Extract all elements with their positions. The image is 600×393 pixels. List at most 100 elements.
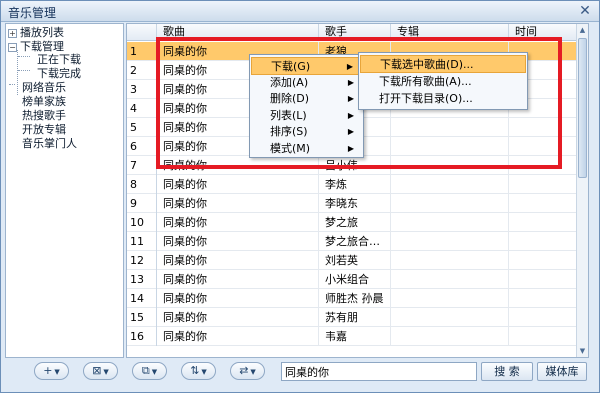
artist-cell: 小米组合 [319, 270, 391, 289]
menu-item-label: 删除(D) [270, 92, 310, 106]
tree-item-label: 网络音乐 [22, 81, 66, 94]
tree-item-label: 正在下载 [37, 53, 81, 66]
time-cell [509, 175, 577, 194]
album-cell [391, 308, 509, 327]
row-index-cell: 6 [127, 137, 157, 156]
list-icon: ⧉ [141, 364, 150, 377]
close-icon[interactable]: ✕ [577, 3, 593, 19]
song-cell: 同桌的你 [157, 175, 319, 194]
context-menu: 下载(G) ▶ 添加(A) ▶ 删除(D) ▶ 列表(L) ▶ 排序(S) ▶ 模式(M) ▶ [249, 54, 364, 158]
dropdown-caret-icon: ▼ [103, 368, 109, 376]
scroll-down-icon[interactable]: ▼ [577, 345, 588, 357]
sort-icon: ⇅ [190, 364, 200, 377]
column-header-index[interactable] [127, 24, 157, 41]
artist-cell: 师胜杰 孙晨 [319, 289, 391, 308]
tree-connector [18, 70, 30, 71]
artist-cell: 梦之旅 [319, 213, 391, 232]
album-cell [391, 213, 509, 232]
sort-button[interactable]: ⇅ ▼ [181, 362, 216, 380]
row-index-cell: 13 [127, 270, 157, 289]
delete-button[interactable]: ⊠ ▼ [83, 362, 118, 380]
tree-item-label: 榜单家族 [22, 95, 66, 108]
mode-button[interactable]: ⇄ ▼ [230, 362, 265, 380]
tree-item-label: 热搜歌手 [22, 109, 66, 122]
scroll-up-icon[interactable]: ▲ [577, 24, 588, 36]
menu-item-label: 添加(A) [270, 75, 309, 89]
artist-cell: 苏有朋 [319, 308, 391, 327]
tree-item-downloaded[interactable]: 下载完成 [37, 67, 81, 81]
search-button[interactable]: 搜 索 [481, 362, 533, 381]
tree-item-playlists[interactable]: + 播放列表 [8, 26, 64, 40]
add-icon: + [43, 364, 53, 377]
tree-connector [18, 56, 30, 57]
time-cell [509, 270, 577, 289]
submenu-arrow-icon: ▶ [347, 110, 354, 120]
table-row[interactable]: 9 同桌的你 李晓东 [127, 194, 577, 213]
navigation-tree: + 播放列表 − 下载管理 正在下载 下载完成 网络音乐 榜单家族 热搜歌手 开放专… [5, 23, 124, 358]
menu-item-label: 下载(G) [271, 60, 311, 73]
tree-item-label: 下载管理 [20, 40, 64, 53]
row-index-cell: 1 [127, 42, 157, 61]
tree-item-online-music[interactable]: 网络音乐 [22, 81, 66, 95]
time-cell [509, 251, 577, 270]
row-index-cell: 4 [127, 99, 157, 118]
table-row[interactable]: 8 同桌的你 李炼 [127, 175, 577, 194]
table-row[interactable]: 11 同桌的你 梦之旅合… [127, 232, 577, 251]
submenu-item[interactable]: 下载选中歌曲(D)... [360, 55, 526, 73]
tree-item-music-masters[interactable]: 音乐掌门人 [22, 137, 77, 151]
menu-item-label: 模式(M) [270, 142, 311, 155]
table-row[interactable]: 12 同桌的你 刘若英 [127, 251, 577, 270]
tree-item-charts[interactable]: 榜单家族 [22, 95, 66, 109]
table-row[interactable]: 16 同桌的你 韦嘉 [127, 327, 577, 346]
expand-icon[interactable]: + [8, 29, 17, 38]
artist-cell: 梦之旅合… [319, 232, 391, 251]
scroll-thumb[interactable] [578, 38, 587, 178]
tree-item-label: 开放专辑 [22, 123, 66, 136]
submenu-item[interactable]: 打开下载目录(O)... [360, 90, 526, 108]
tree-item-downloading[interactable]: 正在下载 [37, 53, 81, 67]
submenu-item[interactable]: 下载所有歌曲(A)... [360, 73, 526, 91]
submenu-arrow-icon: ▶ [347, 94, 354, 104]
row-index-cell: 16 [127, 327, 157, 346]
add-button[interactable]: + ▼ [34, 362, 69, 380]
table-row[interactable]: 14 同桌的你 师胜杰 孙晨 [127, 289, 577, 308]
context-menu-item[interactable]: 模式(M) ▶ [251, 140, 362, 158]
song-cell: 同桌的你 [157, 194, 319, 213]
album-cell [391, 270, 509, 289]
vertical-scrollbar[interactable]: ▲ ▼ [576, 24, 588, 357]
tree-item-download-manager[interactable]: − 下载管理 [8, 40, 64, 54]
tree-item-label: 播放列表 [20, 26, 64, 39]
time-cell [509, 289, 577, 308]
submenu-arrow-icon: ▶ [347, 127, 354, 137]
album-cell [391, 251, 509, 270]
delete-icon: ⊠ [92, 364, 102, 377]
song-cell: 同桌的你 [157, 308, 319, 327]
tree-item-hot-artists[interactable]: 热搜歌手 [22, 109, 66, 123]
context-menu-item[interactable]: 列表(L) ▶ [251, 107, 362, 125]
artist-cell: 韦嘉 [319, 327, 391, 346]
song-cell: 同桌的你 [157, 327, 319, 346]
album-cell [391, 289, 509, 308]
media-library-button[interactable]: 媒体库 [537, 362, 587, 381]
tree-item-open-albums[interactable]: 开放专辑 [22, 123, 66, 137]
submenu-arrow-icon: ▶ [347, 144, 354, 153]
table-row[interactable]: 10 同桌的你 梦之旅 [127, 213, 577, 232]
collapse-icon[interactable]: − [8, 43, 17, 52]
tree-item-label: 下载完成 [37, 67, 81, 80]
list-button[interactable]: ⧉ ▼ [132, 362, 167, 380]
context-menu-item[interactable]: 排序(S) ▶ [251, 123, 362, 141]
menu-item-label: 列表(L) [270, 108, 307, 122]
song-cell: 同桌的你 [157, 232, 319, 251]
title-bar[interactable]: 音乐管理 ✕ [1, 1, 599, 22]
table-row[interactable]: 13 同桌的你 小米组合 [127, 270, 577, 289]
album-cell [391, 175, 509, 194]
time-cell [509, 194, 577, 213]
table-row[interactable]: 15 同桌的你 苏有朋 [127, 308, 577, 327]
search-input[interactable] [281, 362, 477, 381]
song-cell: 同桌的你 [157, 213, 319, 232]
tree-connector [9, 84, 15, 85]
context-menu-item[interactable]: 删除(D) ▶ [251, 90, 362, 108]
context-menu-item[interactable]: 下载(G) ▶ [251, 57, 362, 75]
context-menu-item[interactable]: 添加(A) ▶ [251, 74, 362, 92]
row-index-cell: 9 [127, 194, 157, 213]
